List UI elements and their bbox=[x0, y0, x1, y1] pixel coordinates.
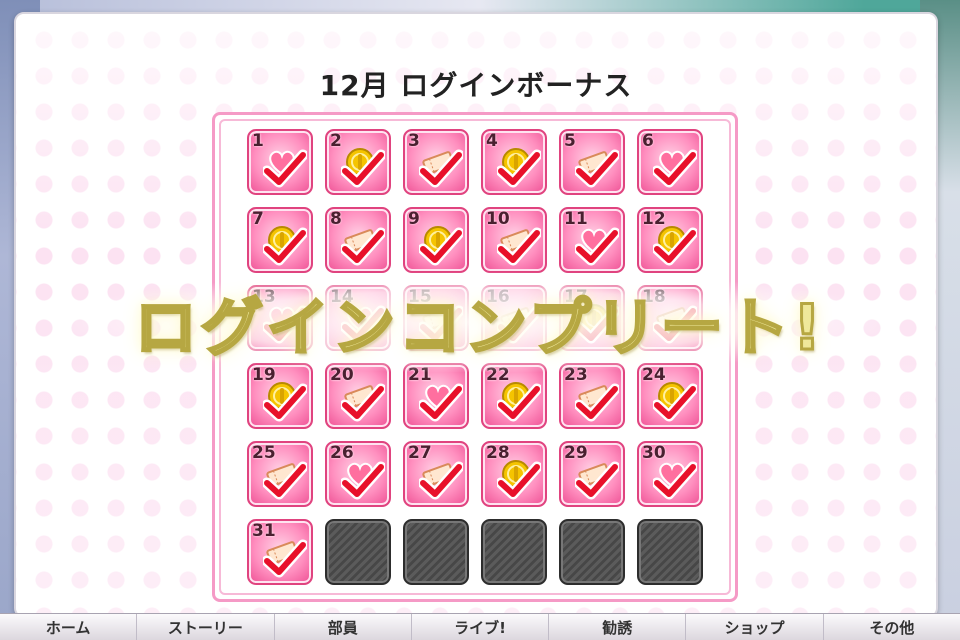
day-cell: 31 bbox=[247, 519, 313, 585]
check-icon bbox=[495, 383, 543, 423]
day-cell: 4 bbox=[481, 129, 547, 195]
nav-home[interactable]: ホーム bbox=[0, 614, 138, 640]
check-icon bbox=[495, 227, 543, 267]
day-number: 26 bbox=[330, 443, 354, 463]
check-icon bbox=[495, 149, 543, 189]
day-number: 6 bbox=[642, 131, 654, 151]
check-icon bbox=[261, 383, 309, 423]
day-number: 12 bbox=[642, 209, 666, 229]
check-icon bbox=[339, 227, 387, 267]
check-icon bbox=[573, 149, 621, 189]
check-icon bbox=[261, 539, 309, 579]
day-number: 3 bbox=[408, 131, 420, 151]
day-cell: 29 bbox=[559, 441, 625, 507]
day-cell: 2 bbox=[325, 129, 391, 195]
day-number: 2 bbox=[330, 131, 342, 151]
day-number: 10 bbox=[486, 209, 510, 229]
day-number: 25 bbox=[252, 443, 276, 463]
day-number: 9 bbox=[408, 209, 420, 229]
day-number: 11 bbox=[564, 209, 588, 229]
locked-day-cell bbox=[559, 519, 625, 585]
check-icon bbox=[573, 383, 621, 423]
day-cell: 25 bbox=[247, 441, 313, 507]
day-cell: 5 bbox=[559, 129, 625, 195]
day-cell: 1 bbox=[247, 129, 313, 195]
day-number: 28 bbox=[486, 443, 510, 463]
day-number: 31 bbox=[252, 521, 276, 541]
check-icon bbox=[651, 149, 699, 189]
check-icon bbox=[261, 149, 309, 189]
dialog-title: 12月 ログインボーナス bbox=[319, 69, 633, 102]
check-icon bbox=[417, 227, 465, 267]
nav-members[interactable]: 部員 bbox=[274, 614, 412, 640]
day-number: 7 bbox=[252, 209, 264, 229]
check-icon bbox=[261, 227, 309, 267]
check-icon bbox=[339, 461, 387, 501]
day-number: 8 bbox=[330, 209, 342, 229]
check-icon bbox=[261, 461, 309, 501]
banner-text: ログインコンプリート! bbox=[133, 290, 826, 366]
check-icon bbox=[339, 149, 387, 189]
check-icon bbox=[495, 461, 543, 501]
locked-day-cell bbox=[325, 519, 391, 585]
day-cell: 27 bbox=[403, 441, 469, 507]
check-icon bbox=[417, 461, 465, 501]
check-icon bbox=[651, 227, 699, 267]
day-number: 27 bbox=[408, 443, 432, 463]
day-cell: 3 bbox=[403, 129, 469, 195]
day-number: 4 bbox=[486, 131, 498, 151]
day-number: 5 bbox=[564, 131, 576, 151]
check-icon bbox=[417, 149, 465, 189]
locked-day-cell bbox=[637, 519, 703, 585]
day-cell: 30 bbox=[637, 441, 703, 507]
day-cell: 26 bbox=[325, 441, 391, 507]
bottom-nav: ホーム ストーリー 部員 ライブ! 勧誘 ショップ その他 bbox=[0, 613, 960, 640]
day-number: 1 bbox=[252, 131, 264, 151]
login-complete-banner: ログインコンプリート! bbox=[0, 262, 960, 382]
day-number: 29 bbox=[564, 443, 588, 463]
nav-story[interactable]: ストーリー bbox=[137, 614, 275, 640]
check-icon bbox=[651, 383, 699, 423]
check-icon bbox=[339, 383, 387, 423]
nav-other[interactable]: その他 bbox=[823, 614, 960, 640]
locked-day-cell bbox=[403, 519, 469, 585]
check-icon bbox=[651, 461, 699, 501]
day-cell: 6 bbox=[637, 129, 703, 195]
day-number: 30 bbox=[642, 443, 666, 463]
check-icon bbox=[573, 461, 621, 501]
day-cell: 28 bbox=[481, 441, 547, 507]
locked-day-cell bbox=[481, 519, 547, 585]
nav-shop[interactable]: ショップ bbox=[686, 614, 824, 640]
nav-scout[interactable]: 勧誘 bbox=[549, 614, 687, 640]
nav-live[interactable]: ライブ! bbox=[411, 614, 550, 640]
check-icon bbox=[417, 383, 465, 423]
check-icon bbox=[573, 227, 621, 267]
